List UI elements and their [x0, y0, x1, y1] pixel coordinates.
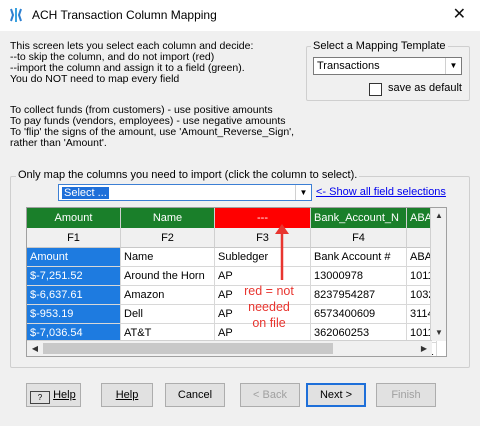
chevron-down-icon[interactable]: ▼ — [295, 185, 311, 200]
next-label: Next > — [319, 389, 353, 401]
instruction-line: rather than 'Amount'. — [10, 137, 107, 149]
next-button[interactable]: Next > — [306, 383, 366, 407]
annotation-line: needed — [248, 300, 290, 314]
amount-cell[interactable]: $-7,251.52 — [27, 267, 121, 286]
amount-cell[interactable]: Amount — [27, 248, 121, 267]
field-header-f1[interactable]: F1 — [27, 228, 121, 248]
annotation-line: on file — [252, 316, 286, 330]
name-cell[interactable]: Amazon — [121, 286, 215, 305]
amount-cell[interactable]: $-953.19 — [27, 305, 121, 324]
chevron-down-icon[interactable]: ▼ — [445, 58, 461, 74]
amount-instructions: To collect funds (from customers) - use … — [10, 105, 310, 149]
name-cell[interactable]: Name — [121, 248, 215, 267]
title-bar: ACH Transaction Column Mapping ✕ — [0, 0, 480, 31]
field-header-f2[interactable]: F2 — [121, 228, 215, 248]
name-cell[interactable]: Around the Horn — [121, 267, 215, 286]
data-grid[interactable]: Amount Name --- Bank_Account_N ABA_ F1 F… — [26, 207, 447, 357]
help-book-icon: ? — [30, 391, 50, 404]
close-icon[interactable]: ✕ — [453, 4, 466, 24]
finish-button[interactable]: Finish — [376, 383, 436, 407]
help-button[interactable]: Help — [101, 383, 153, 407]
back-button[interactable]: < Back — [240, 383, 300, 407]
mapping-group-label: Only map the columns you need to import … — [16, 169, 360, 181]
instruction-line: You do NOT need to map every field — [10, 73, 180, 85]
field-header-f4[interactable]: F4 — [311, 228, 407, 248]
scroll-left-icon[interactable]: ◀ — [27, 341, 43, 356]
template-group-label: Select a Mapping Template — [311, 40, 448, 52]
name-cell[interactable]: Dell — [121, 305, 215, 324]
instructions: This screen lets you select each column … — [10, 41, 300, 85]
amount-cell[interactable]: $-6,637.61 — [27, 286, 121, 305]
help-icon-button[interactable]: ? Help — [26, 383, 81, 407]
back-label: < Back — [253, 389, 287, 401]
cancel-label: Cancel — [177, 389, 213, 401]
field-select-value: Select ... — [62, 187, 109, 199]
cancel-button[interactable]: Cancel — [165, 383, 225, 407]
bank-account-cell[interactable]: 13000978 — [311, 267, 407, 286]
bank-account-cell[interactable]: Bank Account # — [311, 248, 407, 267]
mapping-header-bank-account[interactable]: Bank_Account_N — [311, 208, 407, 228]
bank-account-cell[interactable]: 8237954287 — [311, 286, 407, 305]
help-label: Help — [115, 389, 139, 401]
mapping-header-amount[interactable]: Amount — [27, 208, 121, 228]
scroll-right-icon[interactable]: ▶ — [416, 341, 432, 356]
bank-account-cell[interactable]: 6573400609 — [311, 305, 407, 324]
finish-label: Finish — [391, 389, 421, 401]
template-select-value: Transactions — [317, 60, 380, 72]
field-header-f3[interactable]: F3 — [215, 228, 311, 248]
vertical-scrollbar[interactable]: ▲ ▼ — [430, 208, 446, 341]
annotation-text: red = not needed on file — [234, 283, 304, 331]
scroll-down-icon[interactable]: ▼ — [431, 325, 446, 341]
save-default-checkbox[interactable] — [369, 83, 382, 96]
scroll-up-icon[interactable]: ▲ — [431, 208, 446, 224]
window-title: ACH Transaction Column Mapping — [32, 8, 217, 22]
horizontal-scrollbar[interactable]: ◀ ▶ — [27, 340, 432, 356]
help-icon-label: Help — [53, 389, 76, 401]
save-default-label: save as default — [388, 82, 462, 94]
mapping-header-skipped[interactable]: --- — [215, 208, 311, 228]
scroll-thumb[interactable] — [43, 343, 333, 354]
annotation-line: red = not — [244, 284, 294, 298]
annotation-arrow-icon — [275, 224, 289, 280]
show-all-fields-link[interactable]: <- Show all field selections — [316, 186, 446, 198]
field-select[interactable]: Select ... ▼ — [58, 184, 312, 201]
mapping-header-name[interactable]: Name — [121, 208, 215, 228]
app-logo-icon — [10, 8, 22, 22]
template-select[interactable]: Transactions ▼ — [313, 57, 462, 75]
subledger-cell[interactable]: Subledger — [215, 248, 311, 267]
